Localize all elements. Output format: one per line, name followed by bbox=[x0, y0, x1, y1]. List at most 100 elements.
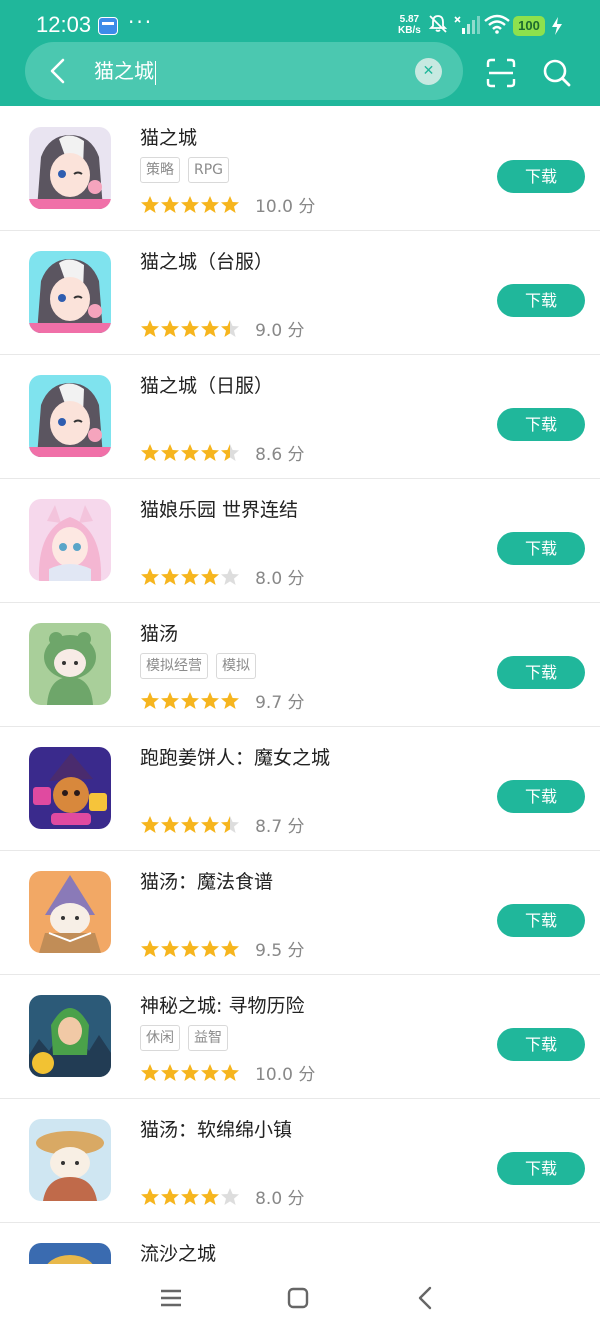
app-title[interactable]: 跑跑姜饼人：魔女之城 bbox=[140, 743, 330, 770]
app-icon-quicksand-city bbox=[29, 1243, 111, 1264]
star-full-icon bbox=[141, 567, 159, 585]
list-item[interactable]: 猫汤：软绵绵小镇 8.0 分 下载 bbox=[0, 1098, 600, 1223]
list-item[interactable]: 猫之城（台服） 9.0 分 下载 bbox=[0, 230, 600, 355]
charging-icon bbox=[552, 17, 562, 35]
star-full-icon bbox=[141, 1063, 159, 1081]
app-title[interactable]: 猫之城 bbox=[140, 123, 197, 150]
list-item[interactable]: 猫汤 模拟经营 模拟 9.7 分 下载 bbox=[0, 602, 600, 727]
text-caret bbox=[155, 60, 156, 85]
star-rating bbox=[140, 814, 240, 833]
star-full-icon bbox=[181, 815, 199, 833]
download-button[interactable]: 下载 bbox=[497, 780, 585, 813]
download-button[interactable]: 下载 bbox=[497, 656, 585, 689]
list-item[interactable]: 流沙之城 bbox=[0, 1222, 600, 1264]
home-icon[interactable] bbox=[282, 1282, 314, 1314]
rating: 10.0 分 bbox=[140, 1060, 315, 1085]
star-full-icon bbox=[221, 939, 239, 957]
app-title[interactable]: 猫汤：魔法食谱 bbox=[140, 867, 273, 894]
app-title[interactable]: 猫之城（日服） bbox=[140, 371, 273, 398]
download-button[interactable]: 下载 bbox=[497, 284, 585, 317]
list-item[interactable]: 猫之城 策略 RPG 10.0 分 下载 bbox=[0, 106, 600, 231]
star-rating bbox=[140, 690, 240, 709]
star-full-icon bbox=[201, 195, 219, 213]
app-title[interactable]: 神秘之城: 寻物历险 bbox=[140, 991, 304, 1018]
download-button[interactable]: 下载 bbox=[497, 532, 585, 565]
app-icon-cat-soup-town bbox=[29, 1119, 111, 1201]
app-icon-cat-city bbox=[29, 127, 111, 209]
rating-score: 9.0 分 bbox=[255, 321, 305, 341]
star-full-icon bbox=[201, 1063, 219, 1081]
star-full-icon bbox=[141, 939, 159, 957]
star-full-icon bbox=[201, 939, 219, 957]
app-icon-cat-soup-magic bbox=[29, 871, 111, 953]
menu-icon[interactable] bbox=[155, 1282, 187, 1314]
star-full-icon bbox=[201, 815, 219, 833]
rating-score: 8.7 分 bbox=[255, 817, 305, 837]
rating-score: 8.6 分 bbox=[255, 445, 305, 465]
app-icon-cat-city-tw bbox=[29, 251, 111, 333]
back-arrow-icon[interactable] bbox=[44, 56, 72, 86]
star-full-icon bbox=[181, 567, 199, 585]
app-title[interactable]: 猫之城（台服） bbox=[140, 247, 273, 274]
star-full-icon bbox=[161, 691, 179, 709]
star-full-icon bbox=[161, 1063, 179, 1081]
download-button[interactable]: 下载 bbox=[497, 1152, 585, 1185]
list-item[interactable]: 跑跑姜饼人：魔女之城 8.7 分 下载 bbox=[0, 726, 600, 851]
network-speed: 5.87 KB/s bbox=[398, 14, 421, 36]
scan-icon[interactable] bbox=[486, 58, 516, 88]
search-icon[interactable] bbox=[542, 58, 572, 88]
battery-indicator: 100 bbox=[513, 16, 545, 36]
tag: 益智 bbox=[188, 1025, 228, 1051]
star-full-icon bbox=[161, 567, 179, 585]
star-full-icon bbox=[181, 1063, 199, 1081]
tag: 策略 bbox=[140, 157, 180, 183]
tag: RPG bbox=[188, 157, 230, 183]
rating-score: 8.0 分 bbox=[255, 569, 305, 589]
star-full-icon bbox=[161, 195, 179, 213]
app-icon-cat-soup bbox=[29, 623, 111, 705]
star-full-icon bbox=[181, 443, 199, 461]
star-full-icon bbox=[161, 443, 179, 461]
star-full-icon bbox=[161, 815, 179, 833]
star-half-icon bbox=[221, 443, 239, 461]
app-icon-catgirl-park bbox=[29, 499, 111, 581]
list-item[interactable]: 猫之城（日服） 8.6 分 下载 bbox=[0, 354, 600, 479]
cell-signal-icon bbox=[454, 16, 480, 34]
star-empty-icon bbox=[221, 1187, 239, 1205]
notification-app-icon bbox=[98, 17, 118, 35]
star-rating bbox=[140, 442, 240, 461]
clear-search-icon[interactable]: ✕ bbox=[415, 58, 442, 85]
star-half-icon bbox=[221, 815, 239, 833]
rating-score: 9.7 分 bbox=[255, 693, 305, 713]
app-title[interactable]: 流沙之城 bbox=[140, 1239, 216, 1264]
star-full-icon bbox=[141, 1187, 159, 1205]
list-item[interactable]: 猫汤：魔法食谱 9.5 分 下载 bbox=[0, 850, 600, 975]
star-full-icon bbox=[221, 1063, 239, 1081]
star-full-icon bbox=[161, 319, 179, 337]
rating-score: 10.0 分 bbox=[255, 197, 316, 217]
search-input[interactable]: 猫之城 bbox=[94, 57, 156, 85]
star-rating bbox=[140, 566, 240, 585]
tag-list: 策略 RPG bbox=[140, 157, 237, 183]
download-button[interactable]: 下载 bbox=[497, 904, 585, 937]
search-bar bbox=[25, 42, 463, 100]
app-icon-mystery-city bbox=[29, 995, 111, 1077]
star-full-icon bbox=[141, 319, 159, 337]
app-title[interactable]: 猫汤 bbox=[140, 619, 178, 646]
back-nav-icon[interactable] bbox=[410, 1282, 442, 1314]
app-title[interactable]: 猫汤：软绵绵小镇 bbox=[140, 1115, 292, 1142]
app-title[interactable]: 猫娘乐园 世界连结 bbox=[140, 495, 298, 522]
download-button[interactable]: 下载 bbox=[497, 408, 585, 441]
list-item[interactable]: 神秘之城: 寻物历险 休闲 益智 10.0 分 下载 bbox=[0, 974, 600, 1099]
star-rating bbox=[140, 194, 240, 213]
star-full-icon bbox=[141, 443, 159, 461]
results-list: 猫之城 策略 RPG 10.0 分 下载 猫之城（台服） 9.0 分 下载 猫之… bbox=[0, 106, 600, 1264]
download-button[interactable]: 下载 bbox=[497, 160, 585, 193]
list-item[interactable]: 猫娘乐园 世界连结 8.0 分 下载 bbox=[0, 478, 600, 603]
star-full-icon bbox=[181, 319, 199, 337]
rating: 9.5 分 bbox=[140, 936, 305, 961]
star-rating bbox=[140, 1062, 240, 1081]
download-button[interactable]: 下载 bbox=[497, 1028, 585, 1061]
tag-list: 休闲 益智 bbox=[140, 1025, 236, 1051]
star-full-icon bbox=[161, 1187, 179, 1205]
